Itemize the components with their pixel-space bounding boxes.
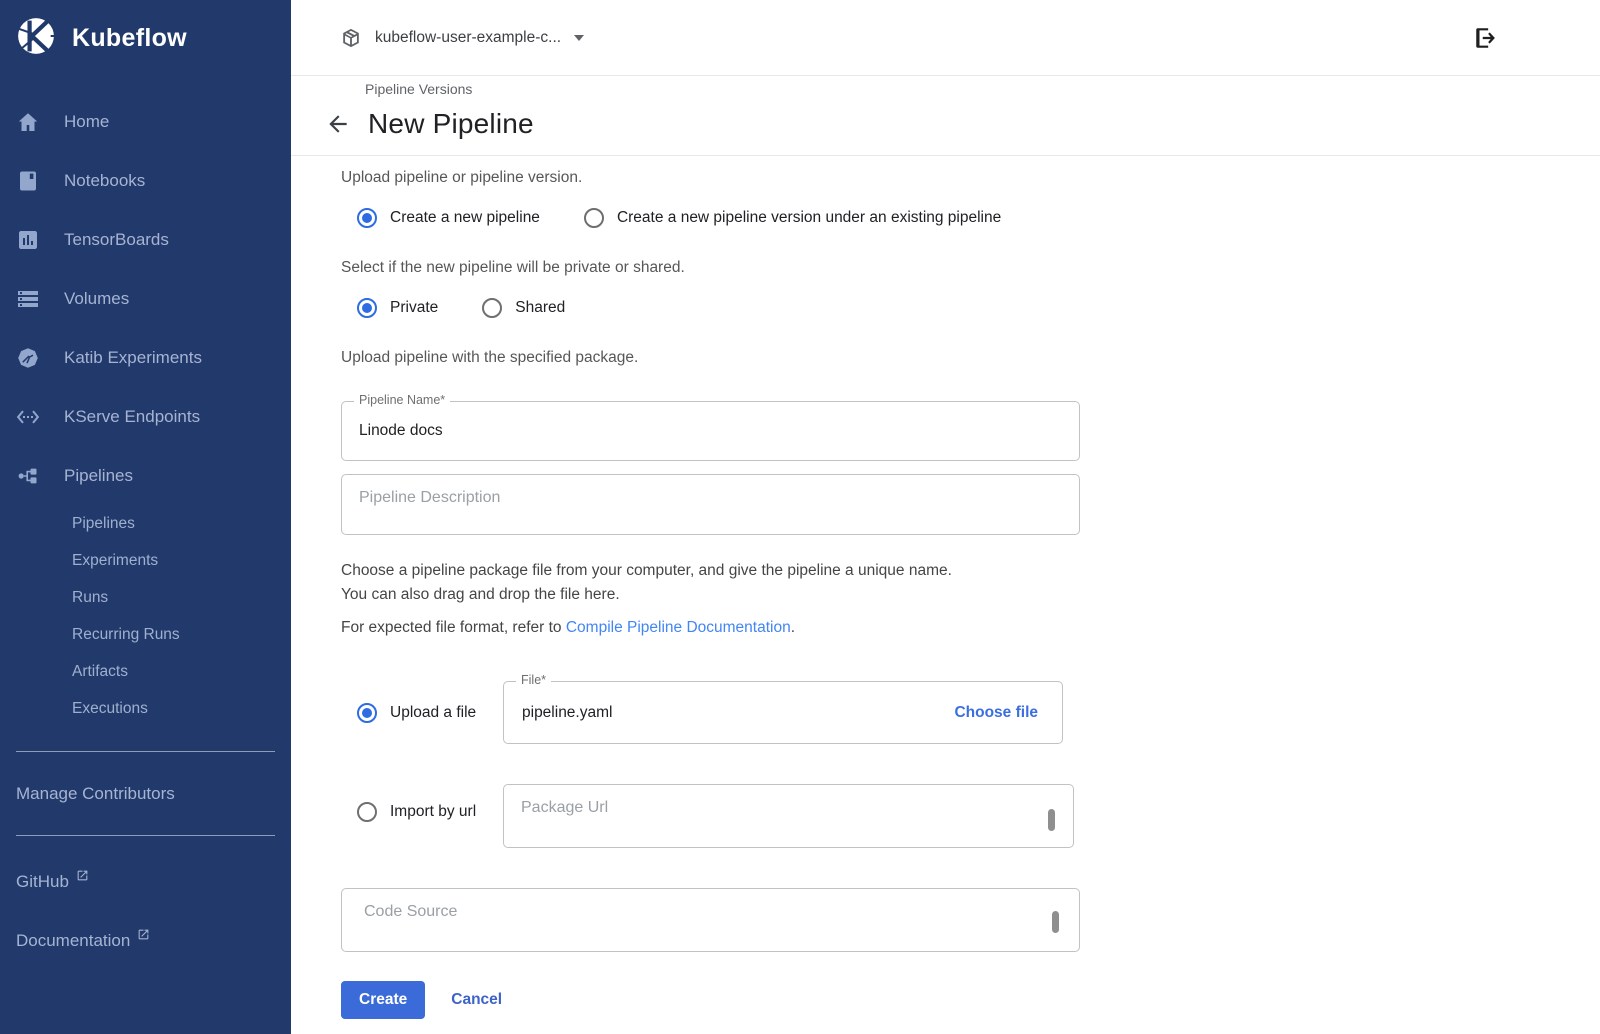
pipeline-name-label: Pipeline Name*	[354, 393, 450, 407]
sidebar-item-notebooks[interactable]: Notebooks	[0, 151, 291, 210]
namespace-selector[interactable]: kubeflow-user-example-c...	[340, 27, 584, 49]
package-file-help-line1: Choose a pipeline package file from your…	[341, 559, 1091, 583]
code-source-fieldbox	[341, 888, 1080, 952]
kubeflow-logo-icon	[14, 14, 58, 63]
package-icon	[340, 27, 362, 49]
pipeline-name-input[interactable]	[342, 402, 1079, 460]
file-fieldbox: File* pipeline.yaml Choose file	[503, 681, 1063, 744]
radio-selected-icon	[357, 703, 377, 723]
page-title: New Pipeline	[368, 108, 534, 140]
sidebar-item-label: Home	[64, 112, 109, 132]
radio-selected-icon	[357, 208, 377, 228]
package-file-help-line2: You can also drag and drop the file here…	[341, 583, 1091, 607]
sidebar-link-github[interactable]: GitHub	[0, 852, 291, 911]
namespace-label: kubeflow-user-example-c...	[375, 29, 561, 47]
radio-unselected-icon	[482, 298, 502, 318]
radio-import-by-url[interactable]: Import by url	[357, 784, 503, 822]
pipeline-type-radio-group: Create a new pipeline Create a new pipel…	[341, 202, 1091, 234]
logout-button[interactable]	[1473, 25, 1499, 51]
main-content: Pipeline Versions New Pipeline Upload pi…	[291, 76, 1600, 1034]
sidebar-item-katib-experiments[interactable]: Katib Experiments	[0, 328, 291, 387]
radio-selected-icon	[357, 298, 377, 318]
katib-icon	[16, 346, 40, 370]
choose-file-button[interactable]: Choose file	[954, 704, 1038, 722]
chevron-down-icon	[574, 35, 584, 41]
sidebar-link-documentation[interactable]: Documentation	[0, 911, 291, 970]
sidebar-item-label: KServe Endpoints	[64, 407, 200, 427]
sidebar-subitem-executions[interactable]: Executions	[0, 690, 291, 727]
kubeflow-logo[interactable]: Kubeflow	[0, 0, 291, 62]
package-helper: Upload pipeline with the specified packa…	[341, 348, 1091, 368]
sidebar-item-label: Volumes	[64, 289, 129, 309]
breadcrumb[interactable]: Pipeline Versions	[365, 81, 472, 97]
radio-upload-a-file[interactable]: Upload a file	[357, 703, 503, 723]
sidebar-subitem-runs[interactable]: Runs	[0, 579, 291, 616]
sidebar-item-kserve-endpoints[interactable]: KServe Endpoints	[0, 387, 291, 446]
pipeline-name-fieldbox: Pipeline Name*	[341, 401, 1080, 461]
sidebar: Kubeflow Home Notebooks TensorBoards Vol…	[0, 0, 291, 1034]
radio-shared[interactable]: Shared	[482, 298, 565, 318]
radio-private[interactable]: Private	[357, 298, 438, 318]
radio-create-new-pipeline[interactable]: Create a new pipeline	[357, 208, 540, 228]
top-bar: kubeflow-user-example-c...	[291, 0, 1600, 76]
form-actions: Create Cancel	[341, 981, 1091, 1019]
package-url-input[interactable]	[504, 785, 1073, 847]
code-source-input[interactable]	[342, 889, 1079, 951]
page-header: New Pipeline	[291, 102, 1600, 156]
notebooks-icon	[16, 169, 40, 193]
pipeline-type-helper: Upload pipeline or pipeline version.	[341, 168, 1091, 188]
scrollbar-thumb[interactable]	[1048, 809, 1055, 831]
visibility-helper: Select if the new pipeline will be priva…	[341, 258, 1091, 278]
radio-unselected-icon	[584, 208, 604, 228]
volumes-icon	[16, 287, 40, 311]
back-button[interactable]	[325, 111, 351, 137]
new-pipeline-form: Upload pipeline or pipeline version. Cre…	[291, 156, 1091, 1019]
kserve-icon	[16, 405, 40, 429]
external-link-icon	[76, 869, 89, 882]
cancel-button[interactable]: Cancel	[451, 991, 502, 1009]
pipeline-description-fieldbox	[341, 474, 1080, 535]
package-url-fieldbox	[503, 784, 1074, 848]
file-field-value: pipeline.yaml	[522, 704, 612, 722]
package-file-help: Choose a pipeline package file from your…	[341, 559, 1091, 607]
sidebar-item-home[interactable]: Home	[0, 92, 291, 151]
radio-unselected-icon	[357, 802, 377, 822]
radio-create-pipeline-version[interactable]: Create a new pipeline version under an e…	[584, 208, 1001, 228]
sidebar-item-volumes[interactable]: Volumes	[0, 269, 291, 328]
sidebar-item-label: TensorBoards	[64, 230, 169, 250]
scrollbar-thumb[interactable]	[1052, 911, 1059, 933]
sidebar-subitem-experiments[interactable]: Experiments	[0, 542, 291, 579]
sidebar-subitem-artifacts[interactable]: Artifacts	[0, 653, 291, 690]
upload-file-row: Upload a file File* pipeline.yaml Choose…	[341, 681, 1091, 744]
file-field-label: File*	[516, 673, 551, 687]
tensorboards-icon	[16, 228, 40, 252]
sidebar-item-pipelines[interactable]: Pipelines	[0, 446, 291, 505]
sidebar-divider	[16, 751, 275, 752]
pipeline-description-input[interactable]	[342, 475, 1079, 534]
sidebar-item-label: Pipelines	[64, 466, 133, 486]
sidebar-nav: Home Notebooks TensorBoards Volumes Kati…	[0, 92, 291, 727]
sidebar-item-label: Notebooks	[64, 171, 145, 191]
sidebar-subitem-recurring-runs[interactable]: Recurring Runs	[0, 616, 291, 653]
home-icon	[16, 110, 40, 134]
import-url-row: Import by url	[341, 784, 1091, 848]
external-link-icon	[137, 928, 150, 941]
visibility-radio-group: Private Shared	[341, 292, 1091, 324]
kubeflow-logo-text: Kubeflow	[72, 24, 187, 53]
pipelines-icon	[16, 464, 40, 488]
sidebar-item-manage-contributors[interactable]: Manage Contributors	[0, 764, 291, 823]
sidebar-item-tensorboards[interactable]: TensorBoards	[0, 210, 291, 269]
sidebar-item-label: Katib Experiments	[64, 348, 202, 368]
create-button[interactable]: Create	[341, 981, 425, 1019]
sidebar-divider	[16, 835, 275, 836]
breadcrumb-row: Pipeline Versions	[291, 76, 1600, 102]
compile-pipeline-documentation-link[interactable]: Compile Pipeline Documentation	[566, 619, 791, 636]
file-format-help: For expected file format, refer to Compi…	[341, 619, 1091, 637]
sidebar-subitem-pipelines[interactable]: Pipelines	[0, 505, 291, 542]
